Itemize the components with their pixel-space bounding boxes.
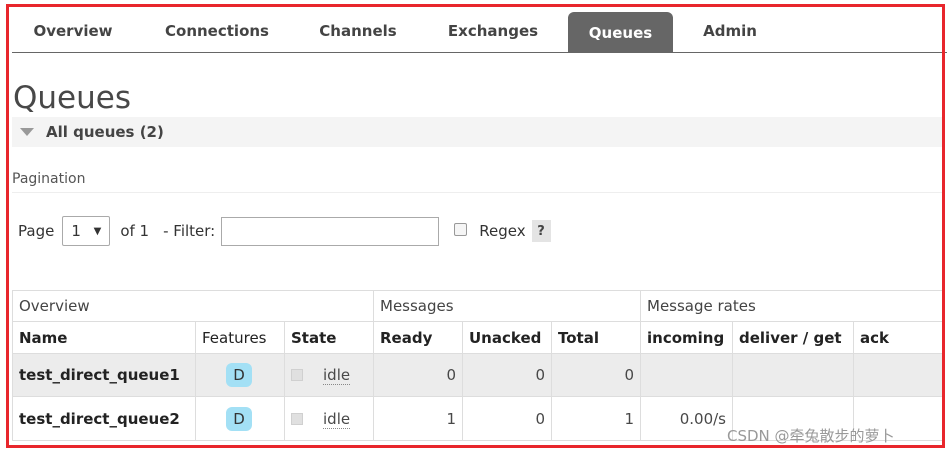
total-count: 1	[551, 396, 641, 441]
group-header-message-rates: Message rates	[640, 290, 943, 322]
state-cell: idle	[284, 396, 374, 441]
divider	[12, 192, 942, 193]
tab-overview[interactable]: Overview	[12, 10, 134, 52]
regex-help-button[interactable]: ?	[531, 220, 551, 242]
page-count-label: of 1	[120, 222, 150, 240]
column-header-features: Features	[195, 321, 285, 354]
ready-count: 1	[373, 396, 463, 441]
section-title: All queues (2)	[46, 123, 164, 141]
state-cell: idle	[284, 353, 374, 397]
tab-queues[interactable]: Queues	[568, 12, 673, 53]
group-header-overview: Overview	[12, 290, 374, 322]
column-header-total[interactable]: Total	[551, 321, 641, 354]
table-row[interactable]: test_direct_queue1 D idle 0 0 0	[12, 353, 943, 397]
tab-channels[interactable]: Channels	[302, 10, 414, 52]
state-indicator-icon	[291, 369, 303, 381]
column-header-name[interactable]: Name	[12, 321, 196, 354]
features-cell: D	[195, 396, 285, 441]
unacked-count: 0	[462, 353, 552, 397]
tab-admin[interactable]: Admin	[688, 10, 772, 52]
state-text: idle	[323, 409, 351, 429]
ack-rate	[853, 353, 943, 397]
column-header-ack[interactable]: ack	[853, 321, 943, 354]
column-header-deliver-get[interactable]: deliver / get	[732, 321, 854, 354]
state-indicator-icon	[291, 412, 303, 425]
pagination-controls: Page 1 ▼ of 1 - Filter: Regex ?	[18, 215, 551, 247]
features-cell: D	[195, 353, 285, 397]
unacked-count: 0	[462, 396, 552, 441]
durable-badge: D	[226, 363, 252, 387]
queue-name-link[interactable]: test_direct_queue2	[12, 396, 196, 441]
column-header-state[interactable]: State	[284, 321, 374, 354]
incoming-rate: 0.00/s	[640, 396, 733, 441]
group-header-messages: Messages	[373, 290, 641, 322]
column-header-ready[interactable]: Ready	[373, 321, 463, 354]
all-queues-section-toggle[interactable]: All queues (2)	[12, 117, 942, 147]
page-select[interactable]: 1 ▼	[62, 216, 111, 246]
column-header-unacked[interactable]: Unacked	[462, 321, 552, 354]
tab-exchanges[interactable]: Exchanges	[432, 10, 554, 52]
regex-checkbox[interactable]	[454, 222, 468, 236]
page-select-value: 1	[71, 222, 81, 240]
deliver-get-rate	[732, 353, 854, 397]
pagination-heading: Pagination	[12, 171, 86, 187]
watermark: CSDN @牵兔散步的萝卜	[727, 427, 895, 445]
page-label: Page	[18, 222, 55, 240]
regex-label: Regex	[479, 222, 526, 240]
collapse-triangle-icon	[20, 128, 34, 136]
chevron-down-icon: ▼	[93, 225, 102, 237]
tab-connections[interactable]: Connections	[148, 10, 286, 52]
durable-badge: D	[226, 406, 252, 431]
ready-count: 0	[373, 353, 463, 397]
filter-input[interactable]	[221, 216, 440, 246]
queue-name-link[interactable]: test_direct_queue1	[12, 353, 196, 397]
state-text: idle	[323, 366, 351, 385]
incoming-rate	[640, 353, 733, 397]
page-title: Queues	[13, 80, 131, 116]
queues-table: Overview Messages Message rates Name Fea…	[12, 290, 943, 441]
total-count: 0	[551, 353, 641, 397]
top-nav-tabs: Overview Connections Channels Exchanges …	[12, 10, 947, 53]
column-header-incoming[interactable]: incoming	[640, 321, 733, 354]
filter-label: - Filter:	[163, 222, 216, 240]
